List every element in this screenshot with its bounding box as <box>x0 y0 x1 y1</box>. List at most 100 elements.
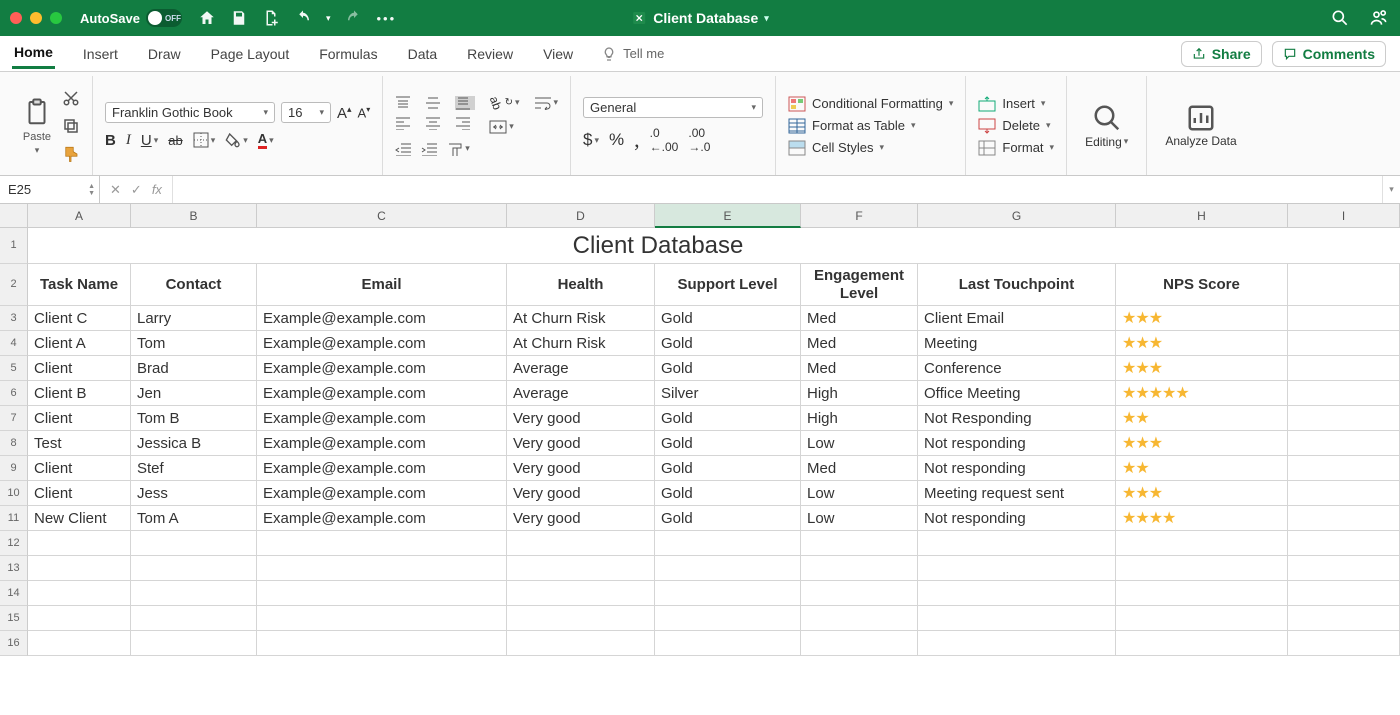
tell-me[interactable]: Tell me <box>601 46 664 62</box>
column-header-D[interactable]: D <box>507 204 655 228</box>
new-file-icon[interactable] <box>262 9 280 27</box>
column-header-F[interactable]: F <box>801 204 918 228</box>
align-bottom-icon[interactable] <box>455 96 475 110</box>
italic-button[interactable]: I <box>126 132 131 149</box>
sheet-title[interactable]: Client Database <box>28 228 1288 264</box>
cell-email[interactable]: Example@example.com <box>257 431 507 456</box>
cell[interactable] <box>801 581 918 606</box>
cell[interactable] <box>28 606 131 631</box>
cell-engagement[interactable]: Low <box>801 481 918 506</box>
increase-font-icon[interactable]: A▴ <box>337 104 352 122</box>
cell-touchpoint[interactable]: Meeting <box>918 331 1116 356</box>
cell-engagement[interactable]: High <box>801 381 918 406</box>
cell-engagement[interactable]: Low <box>801 506 918 531</box>
cell[interactable] <box>655 581 801 606</box>
maximize-window-button[interactable] <box>50 12 62 24</box>
expand-formula-bar-icon[interactable]: ▾ <box>1382 176 1400 203</box>
save-icon[interactable] <box>230 9 248 27</box>
name-box[interactable]: E25 ▲▼ <box>0 176 100 203</box>
rtl-button[interactable]: ▾ <box>447 142 470 156</box>
row-header[interactable]: 8 <box>0 431 28 456</box>
cell-task[interactable]: Client C <box>28 306 131 331</box>
currency-button[interactable]: $▾ <box>583 130 599 150</box>
cell-nps[interactable]: ★★★ <box>1116 306 1288 331</box>
cell-task[interactable]: Client <box>28 456 131 481</box>
cell[interactable] <box>507 581 655 606</box>
cell-contact[interactable]: Jen <box>131 381 257 406</box>
cell-email[interactable]: Example@example.com <box>257 456 507 481</box>
increase-indent-icon[interactable] <box>421 142 437 156</box>
cell[interactable] <box>131 581 257 606</box>
cell-task[interactable]: Test <box>28 431 131 456</box>
cell-nps[interactable]: ★★ <box>1116 456 1288 481</box>
number-format-select[interactable]: General▾ <box>583 97 763 118</box>
cell[interactable] <box>1288 531 1400 556</box>
cell-health[interactable]: Very good <box>507 506 655 531</box>
cell-nps[interactable]: ★★★ <box>1116 331 1288 356</box>
cell[interactable] <box>131 556 257 581</box>
cell-touchpoint[interactable]: Meeting request sent <box>918 481 1116 506</box>
cell-email[interactable]: Example@example.com <box>257 506 507 531</box>
column-title[interactable]: Contact <box>131 264 257 306</box>
cell-contact[interactable]: Stef <box>131 456 257 481</box>
copy-icon[interactable] <box>62 117 80 135</box>
cell-nps[interactable]: ★★★★ <box>1116 506 1288 531</box>
document-title[interactable]: Client Database ▾ <box>631 10 769 26</box>
row-header[interactable]: 9 <box>0 456 28 481</box>
cell[interactable] <box>1288 381 1400 406</box>
fx-icon[interactable]: fx <box>152 182 162 197</box>
cell[interactable] <box>1116 631 1288 656</box>
cell-email[interactable]: Example@example.com <box>257 481 507 506</box>
comments-button[interactable]: Comments <box>1272 41 1386 67</box>
cell[interactable] <box>1288 456 1400 481</box>
tab-formulas[interactable]: Formulas <box>317 40 379 68</box>
delete-cells-button[interactable]: Delete▾ <box>978 118 1054 134</box>
cell[interactable] <box>1288 306 1400 331</box>
cell[interactable] <box>801 556 918 581</box>
row-header[interactable]: 1 <box>0 228 28 264</box>
cell[interactable] <box>1116 581 1288 606</box>
orientation-button[interactable]: ab↻▾ <box>489 96 519 110</box>
cell-task[interactable]: Client <box>28 356 131 381</box>
share-button[interactable]: Share <box>1181 41 1262 67</box>
row-header[interactable]: 12 <box>0 531 28 556</box>
font-name-select[interactable]: Franklin Gothic Book▾ <box>105 102 275 123</box>
cell-nps[interactable]: ★★★ <box>1116 431 1288 456</box>
cell[interactable] <box>1288 556 1400 581</box>
close-window-button[interactable] <box>10 12 22 24</box>
merge-button[interactable]: ▾ <box>489 120 519 134</box>
cell-health[interactable]: Very good <box>507 406 655 431</box>
redo-icon[interactable] <box>345 9 363 27</box>
cell[interactable] <box>801 531 918 556</box>
tab-insert[interactable]: Insert <box>81 40 120 68</box>
align-middle-icon[interactable] <box>425 96 445 110</box>
cell-touchpoint[interactable]: Not responding <box>918 506 1116 531</box>
cell[interactable] <box>918 531 1116 556</box>
cell[interactable] <box>918 556 1116 581</box>
cell-engagement[interactable]: Med <box>801 456 918 481</box>
share-people-icon[interactable] <box>1368 8 1390 28</box>
cell-contact[interactable]: Larry <box>131 306 257 331</box>
cell-contact[interactable]: Tom A <box>131 506 257 531</box>
cell-support[interactable]: Gold <box>655 456 801 481</box>
cell[interactable] <box>28 631 131 656</box>
cell-health[interactable]: Average <box>507 356 655 381</box>
cell[interactable] <box>131 631 257 656</box>
cell-email[interactable]: Example@example.com <box>257 406 507 431</box>
cell-contact[interactable]: Jessica B <box>131 431 257 456</box>
column-title[interactable]: Engagement Level <box>801 264 918 306</box>
row-header[interactable]: 16 <box>0 631 28 656</box>
undo-dropdown-icon[interactable]: ▾ <box>326 13 331 24</box>
cell-health[interactable]: At Churn Risk <box>507 306 655 331</box>
cell-touchpoint[interactable]: Office Meeting <box>918 381 1116 406</box>
cell[interactable] <box>28 556 131 581</box>
cell-support[interactable]: Gold <box>655 481 801 506</box>
cell[interactable] <box>1288 431 1400 456</box>
tab-page-layout[interactable]: Page Layout <box>209 40 292 68</box>
column-header-C[interactable]: C <box>257 204 507 228</box>
cell[interactable] <box>1116 556 1288 581</box>
column-title[interactable]: Health <box>507 264 655 306</box>
column-title[interactable]: Support Level <box>655 264 801 306</box>
cell-touchpoint[interactable]: Client Email <box>918 306 1116 331</box>
cell[interactable] <box>655 531 801 556</box>
